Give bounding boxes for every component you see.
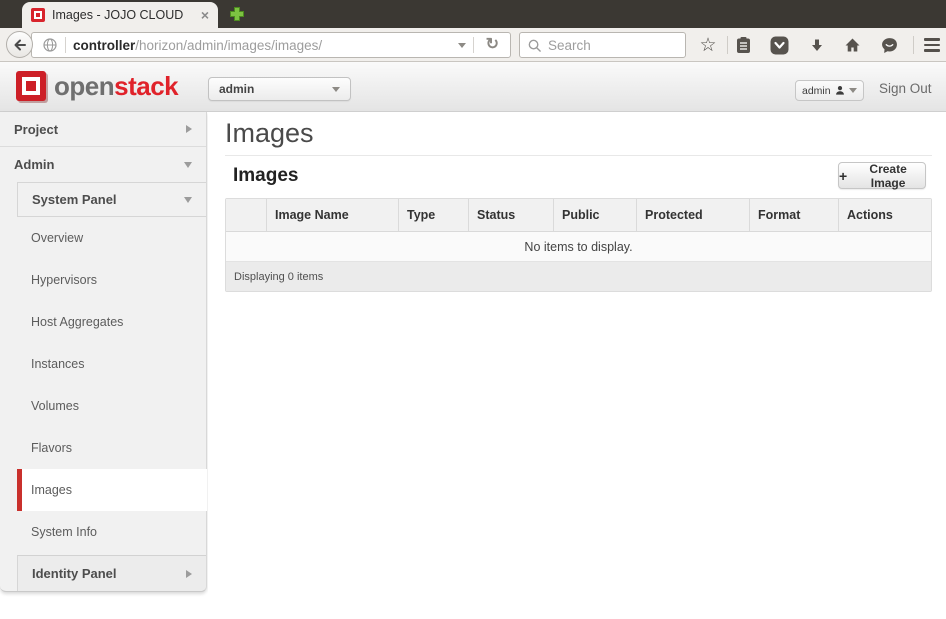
openstack-logo: openstack	[16, 71, 179, 101]
sidebar-item-system-panel[interactable]: System Panel	[17, 182, 206, 217]
user-menu-label: admin	[802, 84, 831, 97]
url-dropdown-icon[interactable]	[457, 42, 466, 48]
column-header-format[interactable]: Format	[749, 199, 838, 231]
chat-smiley-icon	[881, 37, 897, 53]
sidebar-admin-label: Admin	[14, 157, 55, 172]
urlbar-divider	[65, 37, 66, 53]
search-box[interactable]	[519, 32, 686, 58]
sidebar-item-admin[interactable]: Admin	[0, 147, 206, 182]
bookmark-star-button[interactable]: ☆	[698, 35, 718, 55]
sidebar-nav-list: Overview Hypervisors Host Aggregates Ins…	[17, 217, 207, 555]
caret-right-icon	[186, 569, 192, 578]
house-icon	[845, 38, 859, 52]
column-header-actions: Actions	[838, 199, 931, 231]
empty-table-message: No items to display.	[226, 232, 931, 262]
project-selector-value: admin	[219, 82, 255, 96]
sidebar-item-system-info[interactable]: System Info	[17, 511, 206, 553]
nav-item-label: Hypervisors	[31, 273, 97, 287]
url-bar[interactable]: controller /horizon/admin/images/images/…	[31, 32, 511, 58]
person-icon	[835, 86, 844, 95]
browser-titlebar: Images - JOJO CLOUD ×	[0, 0, 946, 28]
images-table: Image Name Type Status Public Protected …	[225, 198, 932, 292]
arrow-down-icon	[812, 39, 822, 51]
sidebar-item-flavors[interactable]: Flavors	[17, 427, 206, 469]
nav-item-label: System Info	[31, 525, 97, 539]
nav-item-label: Host Aggregates	[31, 315, 124, 329]
sidebar-item-overview[interactable]: Overview	[17, 217, 206, 259]
user-menu-button[interactable]: admin	[795, 80, 864, 101]
sidebar: Project Admin System Panel Overview Hype…	[0, 112, 207, 592]
hello-chat-button[interactable]	[879, 35, 899, 55]
arrow-left-icon	[14, 39, 26, 50]
tab-close-icon[interactable]: ×	[201, 8, 209, 22]
caret-down-icon	[332, 86, 340, 92]
caret-down-icon	[184, 161, 192, 168]
reload-icon[interactable]: ↻	[481, 37, 504, 53]
tab-title: Images - JOJO CLOUD	[52, 8, 184, 22]
sidebar-item-hypervisors[interactable]: Hypervisors	[17, 259, 206, 301]
back-button[interactable]	[6, 31, 33, 58]
column-header-public[interactable]: Public	[553, 199, 636, 231]
system-panel-label: System Panel	[32, 192, 117, 207]
new-tab-button[interactable]	[228, 5, 246, 23]
globe-icon	[43, 38, 57, 52]
logo-text-open: open	[54, 71, 115, 101]
identity-panel-label: Identity Panel	[32, 566, 117, 581]
nav-item-label: Volumes	[31, 399, 79, 413]
magnifier-icon	[528, 39, 541, 52]
downloads-button[interactable]	[807, 35, 827, 55]
openstack-header: openstack admin admin Sign Out	[0, 62, 946, 112]
star-icon: ☆	[699, 34, 717, 56]
caret-down-icon	[848, 88, 857, 93]
browser-toolbar: controller /horizon/admin/images/images/…	[0, 28, 946, 62]
chevron-down-badge-icon	[770, 36, 788, 54]
title-divider	[225, 155, 932, 156]
sidebar-item-instances[interactable]: Instances	[17, 343, 206, 385]
sidebar-project-label: Project	[14, 121, 59, 137]
url-host: controller	[73, 37, 136, 53]
urlbar-divider	[472, 37, 474, 53]
caret-right-icon	[186, 125, 192, 133]
column-header-image-name[interactable]: Image Name	[266, 199, 398, 231]
hamburger-icon	[924, 38, 940, 52]
logo-text-stack: stack	[114, 71, 179, 101]
column-header-checkbox	[226, 199, 266, 231]
project-selector[interactable]: admin	[208, 77, 351, 101]
nav-item-label: Images	[31, 483, 72, 497]
nav-item-label: Overview	[31, 231, 84, 245]
menu-button[interactable]	[922, 35, 942, 55]
nav-item-label: Flavors	[31, 441, 72, 455]
sidebar-item-images-active[interactable]: Images	[17, 469, 207, 511]
search-input[interactable]	[548, 37, 678, 53]
sidebar-item-volumes[interactable]: Volumes	[17, 385, 206, 427]
caret-down-icon	[184, 196, 192, 203]
sidebar-item-project[interactable]: Project	[0, 112, 206, 147]
toolbar-divider	[913, 36, 914, 54]
sidebar-item-host-aggregates[interactable]: Host Aggregates	[17, 301, 206, 343]
openstack-cube-icon	[16, 71, 46, 101]
sign-out-link[interactable]: Sign Out	[879, 81, 932, 96]
column-header-protected[interactable]: Protected	[636, 199, 749, 231]
home-button[interactable]	[842, 35, 862, 55]
create-image-label: Create Image	[869, 161, 907, 190]
openstack-favicon-icon	[31, 8, 45, 22]
browser-tab[interactable]: Images - JOJO CLOUD ×	[22, 2, 218, 28]
page-title: Images	[225, 118, 314, 148]
column-header-type[interactable]: Type	[398, 199, 468, 231]
panel-title: Images	[233, 165, 299, 186]
column-header-status[interactable]: Status	[468, 199, 553, 231]
bookmarks-menu-button[interactable]	[733, 35, 753, 55]
plus-icon	[230, 7, 244, 21]
main-content: Images Images + Create Image Image Name …	[208, 112, 946, 619]
plus-icon: +	[839, 167, 848, 184]
sidebar-item-identity-panel[interactable]: Identity Panel	[17, 555, 206, 591]
nav-item-label: Instances	[31, 357, 85, 371]
create-image-button[interactable]: + Create Image	[838, 161, 926, 190]
table-footer-count: Displaying 0 items	[226, 262, 931, 291]
images-table-header: Image Name Type Status Public Protected …	[226, 199, 931, 232]
url-path: /horizon/admin/images/images/	[135, 37, 323, 53]
clipboard-list-icon	[736, 36, 750, 53]
pocket-button[interactable]	[769, 35, 789, 55]
toolbar-divider	[727, 36, 728, 54]
